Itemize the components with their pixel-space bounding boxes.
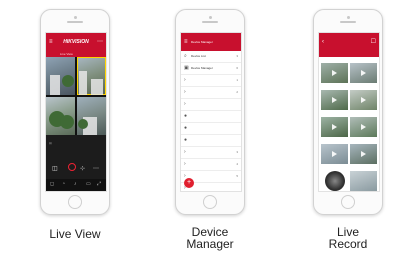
caption-line: Record [328,237,368,251]
app-bar: ‹ ☐ [319,33,379,51]
device-list-row[interactable]: › [181,99,241,111]
play-icon [361,70,366,76]
caption-live-view: Live View [49,227,101,241]
device-count: 3 [236,54,238,58]
camera-tile[interactable] [46,57,75,95]
arrow-icon: › [184,89,186,95]
live-record-screen: ‹ ☐ [318,32,380,192]
camera-grid [46,57,106,135]
front-camera [209,16,212,19]
device-count: 4 [236,162,238,166]
camera-icon[interactable]: ◫ [52,165,58,172]
play-icon [361,151,366,157]
device-count: 5 [236,174,238,178]
arrow-icon: › [184,161,186,167]
ptz-icon[interactable]: ⊹ [80,165,85,172]
menu-icon[interactable]: ≡ [184,33,188,51]
home-button[interactable] [203,195,217,209]
live-view-screen: ≡ HIKVISION ⋯ Live View ▤ ◫ ⊹ ⋯ ◻ ◔ ♪ ▭ … [45,32,107,192]
front-camera [347,16,350,19]
play-icon [332,97,337,103]
device-list-row[interactable]: › 2 [181,87,241,99]
recording-thumbnail[interactable] [321,117,348,137]
device-list-row[interactable]: ● [181,123,241,135]
caption-line: Manager [186,237,234,251]
recording-thumbnail[interactable] [321,144,348,164]
app-bar: ≡ Device Manager [181,33,241,51]
arrow-icon: › [184,77,186,83]
device-count: 3 [236,150,238,154]
caption-device-manager: Device Manager [165,226,255,250]
caption-live-record: Live Record [303,226,393,250]
add-device-button[interactable]: + [184,178,194,188]
device-list-label: Device List [191,54,206,58]
device-manager-screen: ≡ Device Manager ⌕ Device List 3 ▣ Device Ma… [180,32,242,192]
recording-thumbnail[interactable] [350,171,377,191]
phone-live-record: ‹ ☐ [313,9,383,215]
speaker-grille [202,21,218,23]
recording-thumbnail[interactable] [350,63,377,83]
device-count: 6 [236,66,238,70]
app-title: Device Manager [191,40,213,44]
device-list: ⌕ Device List 3 ▣ Device Manager 6 › 1 › 2 › ● ● ● › 3 ›… [181,51,241,191]
device-count: 1 [236,78,238,82]
app-bar: ≡ HIKVISION ⋯ [46,33,106,51]
recording-thumbnail[interactable] [321,63,348,83]
home-button[interactable] [341,195,355,209]
play-icon [332,70,337,76]
fullscreen-icon[interactable]: ⤢ [97,181,101,187]
device-list-row[interactable]: › 3 [181,147,241,159]
control-panel: ▤ ◫ ⊹ ⋯ ◻ ◔ ♪ ▭ ⤢ [46,135,106,191]
device-count: 2 [236,90,238,94]
speaker-grille [340,21,356,23]
recording-thumbnail[interactable] [350,90,377,110]
play-icon [332,124,337,130]
phone-device-manager: ≡ Device Manager ⌕ Device List 3 ▣ Device Ma… [175,9,245,215]
recording-thumbnail[interactable] [321,90,348,110]
device-list-row[interactable]: › 1 [181,75,241,87]
select-icon[interactable]: ☐ [371,33,376,51]
device-list-label: Device Manager [191,66,213,70]
recording-thumbnail[interactable] [350,117,377,137]
bottom-nav: ◻ ◔ ♪ ▭ ⤢ [46,179,106,191]
play-icon [332,151,337,157]
person-icon: ● [184,137,188,143]
person-icon: ● [184,113,188,119]
device-list-row[interactable]: ⌕ Device List 3 [181,51,241,63]
record-icon[interactable] [68,163,76,171]
device-list-row[interactable]: ▣ Device Manager 6 [181,63,241,75]
speaker-grille [67,21,83,23]
quality-icon[interactable]: ▭ [86,181,91,187]
play-icon [361,124,366,130]
device-list-row[interactable]: › 4 [181,159,241,171]
camera-tile[interactable] [77,97,106,135]
more-icon[interactable]: ⋯ [93,165,99,172]
camera-tile[interactable] [46,97,75,135]
device-list-row[interactable]: ● [181,111,241,123]
recording-thumbnail[interactable] [350,144,377,164]
tab-bar [319,51,379,57]
home-button[interactable] [68,195,82,209]
talk-icon[interactable]: ◔ [62,181,65,187]
snapshot-icon[interactable]: ◻ [50,181,54,187]
search-icon: ⌕ [184,53,187,59]
camera-tile-selected[interactable] [77,57,106,95]
more-icon[interactable]: ⋯ [97,33,103,51]
front-camera [74,16,77,19]
phone-live-view: ≡ HIKVISION ⋯ Live View ▤ ◫ ⊹ ⋯ ◻ ◔ ♪ ▭ … [40,9,110,215]
play-icon [361,97,366,103]
arrow-icon: › [184,149,186,155]
sound-icon[interactable]: ♪ [74,181,77,187]
person-icon: ● [184,125,188,131]
device-list-row[interactable]: ● [181,135,241,147]
status-indicator: ▤ [49,141,52,145]
back-icon[interactable]: ‹ [322,33,324,51]
fisheye-thumbnail[interactable] [325,171,345,191]
arrow-icon: › [184,101,186,107]
device-icon: ▣ [184,65,189,71]
